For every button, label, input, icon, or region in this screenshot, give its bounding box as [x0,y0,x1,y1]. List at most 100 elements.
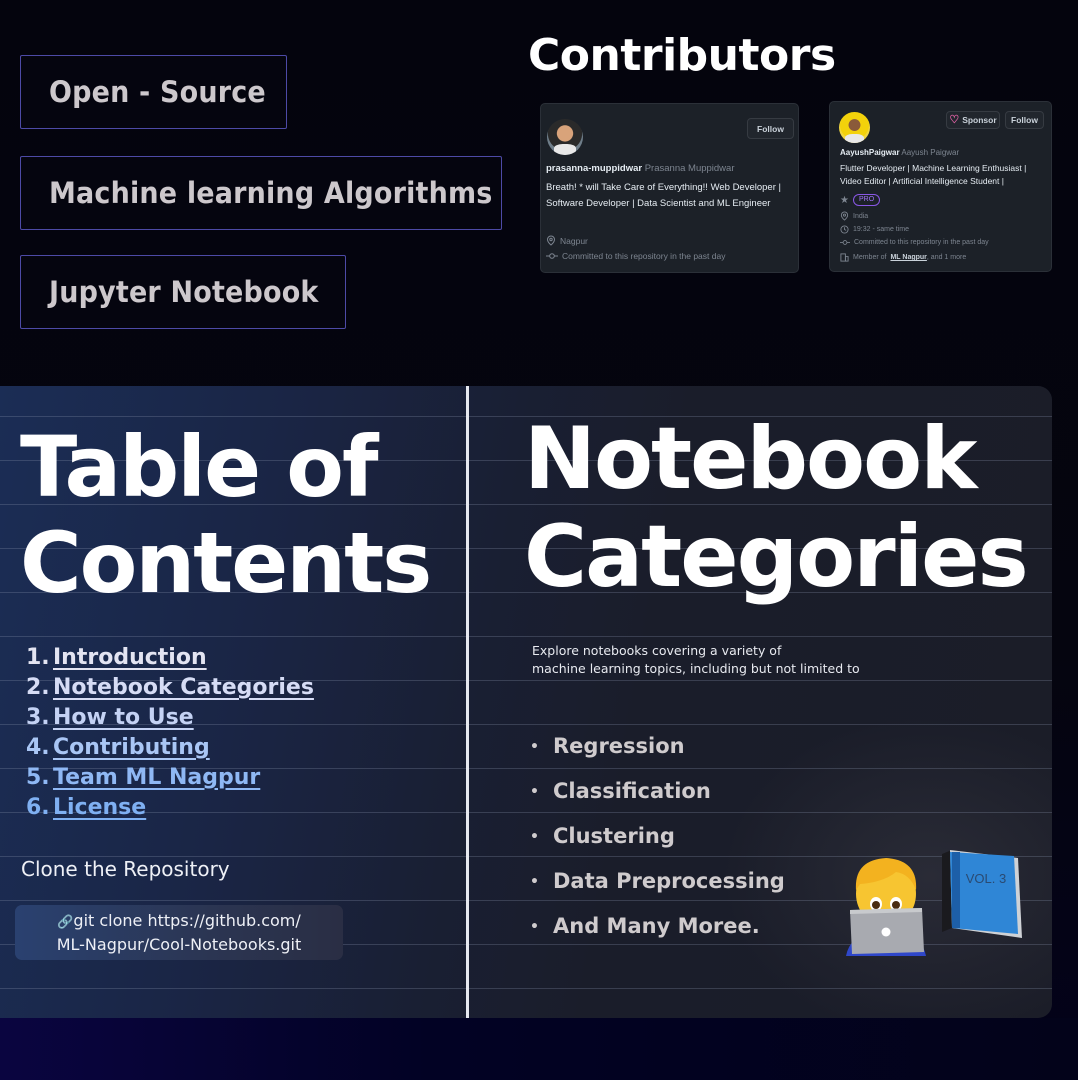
activity-text: Committed to this repository in the past… [854,239,989,246]
bullet-icon: • [530,918,539,935]
background-glow [0,1018,1078,1080]
follow-label: Follow [1011,115,1038,125]
category-item: • Regression [530,724,785,769]
contributor-badges: ★ PRO [840,194,881,206]
category-item: • Clustering [530,814,785,859]
contributor-username[interactable]: AayushPaigwar [840,148,900,157]
star-icon: ★ [840,194,849,206]
toc-link-notebook-categories[interactable]: Notebook Categories [53,675,314,700]
categories-description: Explore notebooks covering a variety of … [532,642,912,678]
contributor-activity: Committed to this repository in the past… [840,239,989,246]
category-item: • Data Preprocessing [530,859,785,904]
categories-heading-line: Categories [524,507,1029,607]
toc-link-how-to-use[interactable]: How to Use [53,705,194,730]
clone-command-line: 🔗git clone https://github.com/ [15,910,343,934]
toc-item[interactable]: 2. Notebook Categories [26,673,314,703]
contributor-username[interactable]: prasanna-muppidwar [546,163,642,174]
location-pin-icon [546,235,556,246]
toc-list: 1. Introduction 2. Notebook Categories 3. H… [26,643,314,823]
category-item: • Classification [530,769,785,814]
contributor-bio: Flutter Developer | Machine Learning Ent… [840,163,1027,186]
toc-heading-line: Table of [20,418,379,516]
heart-icon: ♡ [949,113,960,126]
blue-book-emoji-icon: VOL. 3 [942,850,1022,938]
clock-icon [840,225,849,234]
category-label: Classification [553,779,711,803]
categories-heading: Notebook Categories [524,409,1029,607]
sponsor-label: Sponsor [962,115,997,125]
toc-number: 2. [26,675,50,700]
user-avatar[interactable] [839,112,870,143]
follow-button[interactable]: Follow [747,118,794,139]
toc-link-team-ml-nagpur[interactable]: Team ML Nagpur [53,765,260,790]
toc-item[interactable]: 1. Introduction [26,643,314,673]
activity-text: Committed to this repository in the past… [562,251,726,261]
contributor-local-time: 19:32 - same time [840,225,909,234]
bullet-icon: • [530,873,539,890]
contributor-card: Follow prasanna-muppidwar Prasanna Muppi… [540,103,799,273]
contributor-location: India [840,211,868,221]
toc-item[interactable]: 3. How to Use [26,703,314,733]
category-label: Data Preprocessing [553,869,785,893]
toc-heading: Table of Contents [20,418,432,612]
location-text: Nagpur [560,235,588,246]
tag-label: Open - Source [49,75,266,109]
location-pin-icon [840,211,849,221]
book-volume-label: VOL. 3 [966,871,1006,886]
toc-number: 4. [26,735,50,760]
link-icon: 🔗 [57,915,74,930]
contributor-bio: Breath! * will Take Care of Everything!!… [546,182,781,209]
follow-button[interactable]: Follow [1005,111,1044,129]
category-label: Clustering [553,824,675,848]
member-org-link[interactable]: ML Nagpur [890,254,926,261]
tag-label: Machine learning Algorithms [49,176,493,210]
category-label: Regression [553,734,685,758]
toc-number: 1. [26,645,50,670]
topic-tag-jupyter-notebook[interactable]: Jupyter Notebook [20,255,346,329]
topic-tag-open-source[interactable]: Open - Source [20,55,287,129]
toc-link-introduction[interactable]: Introduction [53,645,207,670]
topic-tag-ml-algorithms[interactable]: Machine learning Algorithms [20,156,502,230]
categories-heading-line: Notebook [524,409,977,509]
toc-link-license[interactable]: License [53,795,146,820]
sponsor-button[interactable]: ♡ Sponsor [946,111,1000,129]
clone-command-text: ML-Nagpur/Cool-Notebooks.git [56,935,302,954]
contributors-heading: Contributors [528,30,836,81]
contributor-fullname: Aayush Paigwar [901,148,960,157]
toc-heading-line: Contents [20,514,432,612]
bullet-icon: • [530,738,539,755]
toc-number: 5. [26,765,50,790]
clone-command-box[interactable]: 🔗git clone https://github.com/ ML-Nagpur… [15,905,343,960]
contributor-card: ♡ Sponsor Follow AayushPaigwar Aayush Pai… [829,101,1052,272]
toc-number: 3. [26,705,50,730]
contributor-location: Nagpur [546,235,588,246]
organization-icon [840,253,849,262]
follow-label: Follow [757,123,784,134]
tag-label: Jupyter Notebook [49,275,319,309]
contributor-fullname: Prasanna Muppidwar [644,163,735,174]
commit-icon [546,253,558,259]
toc-item[interactable]: 5. Team ML Nagpur [26,763,314,793]
bullet-icon: • [530,783,539,800]
commit-icon [840,240,850,245]
toc-link-contributing[interactable]: Contributing [53,735,210,760]
user-avatar[interactable] [547,119,583,155]
member-suffix: , and 1 more [926,254,967,261]
contributor-names: AayushPaigwar Aayush Paigwar [840,148,959,157]
clone-command-text: git clone https://github.com/ [73,911,301,930]
local-time-text: 19:32 - same time [853,226,910,233]
toc-item[interactable]: 6. License [26,793,314,823]
location-text: India [853,212,869,220]
readme-panel: Table of Contents 1. Introduction 2. Noteb… [0,386,1052,1018]
bullet-icon: • [530,828,539,845]
description-line: machine learning topics, including but n… [532,661,860,676]
column-divider [466,386,469,1018]
technologist-emoji-icon [846,858,926,956]
categories-list: • Regression • Classification • Clustering … [530,724,785,949]
toc-item[interactable]: 4. Contributing [26,733,314,763]
member-prefix: Member of [853,254,887,261]
category-label: And Many Moree. [553,914,760,938]
contributor-membership: Member of ML Nagpur, and 1 more [840,253,966,262]
contributor-names: prasanna-muppidwar Prasanna Muppidwar [546,163,735,174]
pro-badge: PRO [852,194,881,206]
